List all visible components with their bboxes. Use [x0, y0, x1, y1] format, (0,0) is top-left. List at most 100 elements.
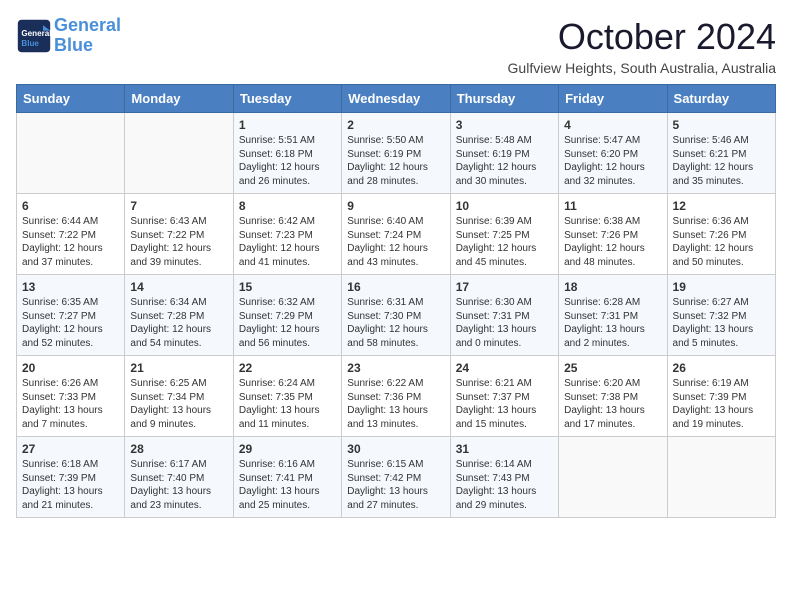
calendar-cell — [667, 437, 775, 518]
day-info: Sunrise: 6:27 AM Sunset: 7:32 PM Dayligh… — [673, 296, 770, 350]
day-number: 18 — [564, 280, 661, 294]
logo-text-line1: General — [54, 16, 121, 36]
day-info: Sunrise: 6:15 AM Sunset: 7:42 PM Dayligh… — [347, 458, 444, 512]
day-number: 7 — [130, 199, 227, 213]
calendar-cell: 22Sunrise: 6:24 AM Sunset: 7:35 PM Dayli… — [233, 356, 341, 437]
day-number: 29 — [239, 442, 336, 456]
calendar-cell: 2 Sunrise: 5:50 AM Sunset: 6:19 PM Daylig… — [342, 113, 450, 194]
day-number: 10 — [456, 199, 553, 213]
day-number: 15 — [239, 280, 336, 294]
calendar-cell — [559, 437, 667, 518]
calendar-week-row: 20Sunrise: 6:26 AM Sunset: 7:33 PM Dayli… — [17, 356, 776, 437]
day-info: Sunrise: 6:14 AM Sunset: 7:43 PM Dayligh… — [456, 458, 553, 512]
day-info: Sunrise: 6:39 AM Sunset: 7:25 PM Dayligh… — [456, 215, 553, 269]
day-number: 31 — [456, 442, 553, 456]
day-number: 6 — [22, 199, 119, 213]
day-number: 24 — [456, 361, 553, 375]
column-header-tuesday: Tuesday — [233, 85, 341, 113]
calendar-cell: 5 Sunrise: 5:46 AM Sunset: 6:21 PM Daylig… — [667, 113, 775, 194]
calendar-cell: 24Sunrise: 6:21 AM Sunset: 7:37 PM Dayli… — [450, 356, 558, 437]
column-header-monday: Monday — [125, 85, 233, 113]
day-info: Sunrise: 6:17 AM Sunset: 7:40 PM Dayligh… — [130, 458, 227, 512]
calendar-title: October 2024 — [508, 16, 776, 58]
column-header-sunday: Sunday — [17, 85, 125, 113]
calendar-cell: 21Sunrise: 6:25 AM Sunset: 7:34 PM Dayli… — [125, 356, 233, 437]
logo-text-line2: Blue — [54, 36, 121, 56]
day-info: Sunrise: 5:50 AM Sunset: 6:19 PM Dayligh… — [347, 134, 444, 188]
svg-text:Blue: Blue — [21, 39, 39, 48]
day-info: Sunrise: 6:31 AM Sunset: 7:30 PM Dayligh… — [347, 296, 444, 350]
logo-icon: General Blue — [16, 18, 52, 54]
day-number: 28 — [130, 442, 227, 456]
day-info: Sunrise: 6:28 AM Sunset: 7:31 PM Dayligh… — [564, 296, 661, 350]
day-number: 23 — [347, 361, 444, 375]
calendar-cell: 11 Sunrise: 6:38 AM Sunset: 7:26 PM Dayli… — [559, 194, 667, 275]
day-number: 2 — [347, 118, 444, 132]
day-number: 22 — [239, 361, 336, 375]
calendar-cell: 1Sunrise: 5:51 AM Sunset: 6:18 PM Daylig… — [233, 113, 341, 194]
calendar-cell — [17, 113, 125, 194]
calendar-cell: 10 Sunrise: 6:39 AM Sunset: 7:25 PM Dayli… — [450, 194, 558, 275]
day-info: Sunrise: 6:22 AM Sunset: 7:36 PM Dayligh… — [347, 377, 444, 431]
day-number: 12 — [673, 199, 770, 213]
calendar-cell: 15 Sunrise: 6:32 AM Sunset: 7:29 PM Dayli… — [233, 275, 341, 356]
calendar-cell: 8 Sunrise: 6:42 AM Sunset: 7:23 PM Daylig… — [233, 194, 341, 275]
calendar-cell: 4 Sunrise: 5:47 AM Sunset: 6:20 PM Daylig… — [559, 113, 667, 194]
calendar-cell: 28 Sunrise: 6:17 AM Sunset: 7:40 PM Dayli… — [125, 437, 233, 518]
day-info: Sunrise: 6:43 AM Sunset: 7:22 PM Dayligh… — [130, 215, 227, 269]
calendar-header-row: SundayMondayTuesdayWednesdayThursdayFrid… — [17, 85, 776, 113]
day-number: 1 — [239, 118, 336, 132]
logo: General Blue General Blue — [16, 16, 121, 56]
day-number: 11 — [564, 199, 661, 213]
column-header-wednesday: Wednesday — [342, 85, 450, 113]
title-block: October 2024 Gulfview Heights, South Aus… — [508, 16, 776, 76]
calendar-cell: 29 Sunrise: 6:16 AM Sunset: 7:41 PM Dayli… — [233, 437, 341, 518]
header: General Blue General Blue October 2024 G… — [16, 16, 776, 76]
day-info: Sunrise: 6:20 AM Sunset: 7:38 PM Dayligh… — [564, 377, 661, 431]
day-number: 3 — [456, 118, 553, 132]
calendar-cell: 27Sunrise: 6:18 AM Sunset: 7:39 PM Dayli… — [17, 437, 125, 518]
day-info: Sunrise: 6:42 AM Sunset: 7:23 PM Dayligh… — [239, 215, 336, 269]
calendar-cell: 13Sunrise: 6:35 AM Sunset: 7:27 PM Dayli… — [17, 275, 125, 356]
calendar-cell: 19Sunrise: 6:27 AM Sunset: 7:32 PM Dayli… — [667, 275, 775, 356]
column-header-saturday: Saturday — [667, 85, 775, 113]
calendar-cell: 20Sunrise: 6:26 AM Sunset: 7:33 PM Dayli… — [17, 356, 125, 437]
calendar-table: SundayMondayTuesdayWednesdayThursdayFrid… — [16, 84, 776, 518]
day-info: Sunrise: 6:35 AM Sunset: 7:27 PM Dayligh… — [22, 296, 119, 350]
day-number: 8 — [239, 199, 336, 213]
day-number: 30 — [347, 442, 444, 456]
calendar-week-row: 27Sunrise: 6:18 AM Sunset: 7:39 PM Dayli… — [17, 437, 776, 518]
day-number: 27 — [22, 442, 119, 456]
day-info: Sunrise: 6:34 AM Sunset: 7:28 PM Dayligh… — [130, 296, 227, 350]
day-number: 21 — [130, 361, 227, 375]
day-info: Sunrise: 6:44 AM Sunset: 7:22 PM Dayligh… — [22, 215, 119, 269]
column-header-thursday: Thursday — [450, 85, 558, 113]
day-info: Sunrise: 6:32 AM Sunset: 7:29 PM Dayligh… — [239, 296, 336, 350]
day-number: 17 — [456, 280, 553, 294]
calendar-week-row: 6 Sunrise: 6:44 AM Sunset: 7:22 PM Daylig… — [17, 194, 776, 275]
day-info: Sunrise: 6:19 AM Sunset: 7:39 PM Dayligh… — [673, 377, 770, 431]
calendar-cell — [125, 113, 233, 194]
calendar-cell: 26Sunrise: 6:19 AM Sunset: 7:39 PM Dayli… — [667, 356, 775, 437]
calendar-cell: 12Sunrise: 6:36 AM Sunset: 7:26 PM Dayli… — [667, 194, 775, 275]
day-info: Sunrise: 6:30 AM Sunset: 7:31 PM Dayligh… — [456, 296, 553, 350]
calendar-cell: 23 Sunrise: 6:22 AM Sunset: 7:36 PM Dayli… — [342, 356, 450, 437]
column-header-friday: Friday — [559, 85, 667, 113]
calendar-week-row: 1Sunrise: 5:51 AM Sunset: 6:18 PM Daylig… — [17, 113, 776, 194]
calendar-week-row: 13Sunrise: 6:35 AM Sunset: 7:27 PM Dayli… — [17, 275, 776, 356]
day-number: 4 — [564, 118, 661, 132]
day-info: Sunrise: 5:46 AM Sunset: 6:21 PM Dayligh… — [673, 134, 770, 188]
day-info: Sunrise: 6:40 AM Sunset: 7:24 PM Dayligh… — [347, 215, 444, 269]
calendar-cell: 30 Sunrise: 6:15 AM Sunset: 7:42 PM Dayli… — [342, 437, 450, 518]
day-info: Sunrise: 5:47 AM Sunset: 6:20 PM Dayligh… — [564, 134, 661, 188]
calendar-subtitle: Gulfview Heights, South Australia, Austr… — [508, 60, 776, 76]
day-number: 9 — [347, 199, 444, 213]
calendar-cell: 7 Sunrise: 6:43 AM Sunset: 7:22 PM Daylig… — [125, 194, 233, 275]
calendar-cell: 9 Sunrise: 6:40 AM Sunset: 7:24 PM Daylig… — [342, 194, 450, 275]
day-number: 5 — [673, 118, 770, 132]
calendar-cell: 25 Sunrise: 6:20 AM Sunset: 7:38 PM Dayli… — [559, 356, 667, 437]
calendar-cell: 14Sunrise: 6:34 AM Sunset: 7:28 PM Dayli… — [125, 275, 233, 356]
day-info: Sunrise: 6:38 AM Sunset: 7:26 PM Dayligh… — [564, 215, 661, 269]
day-number: 25 — [564, 361, 661, 375]
day-info: Sunrise: 6:16 AM Sunset: 7:41 PM Dayligh… — [239, 458, 336, 512]
